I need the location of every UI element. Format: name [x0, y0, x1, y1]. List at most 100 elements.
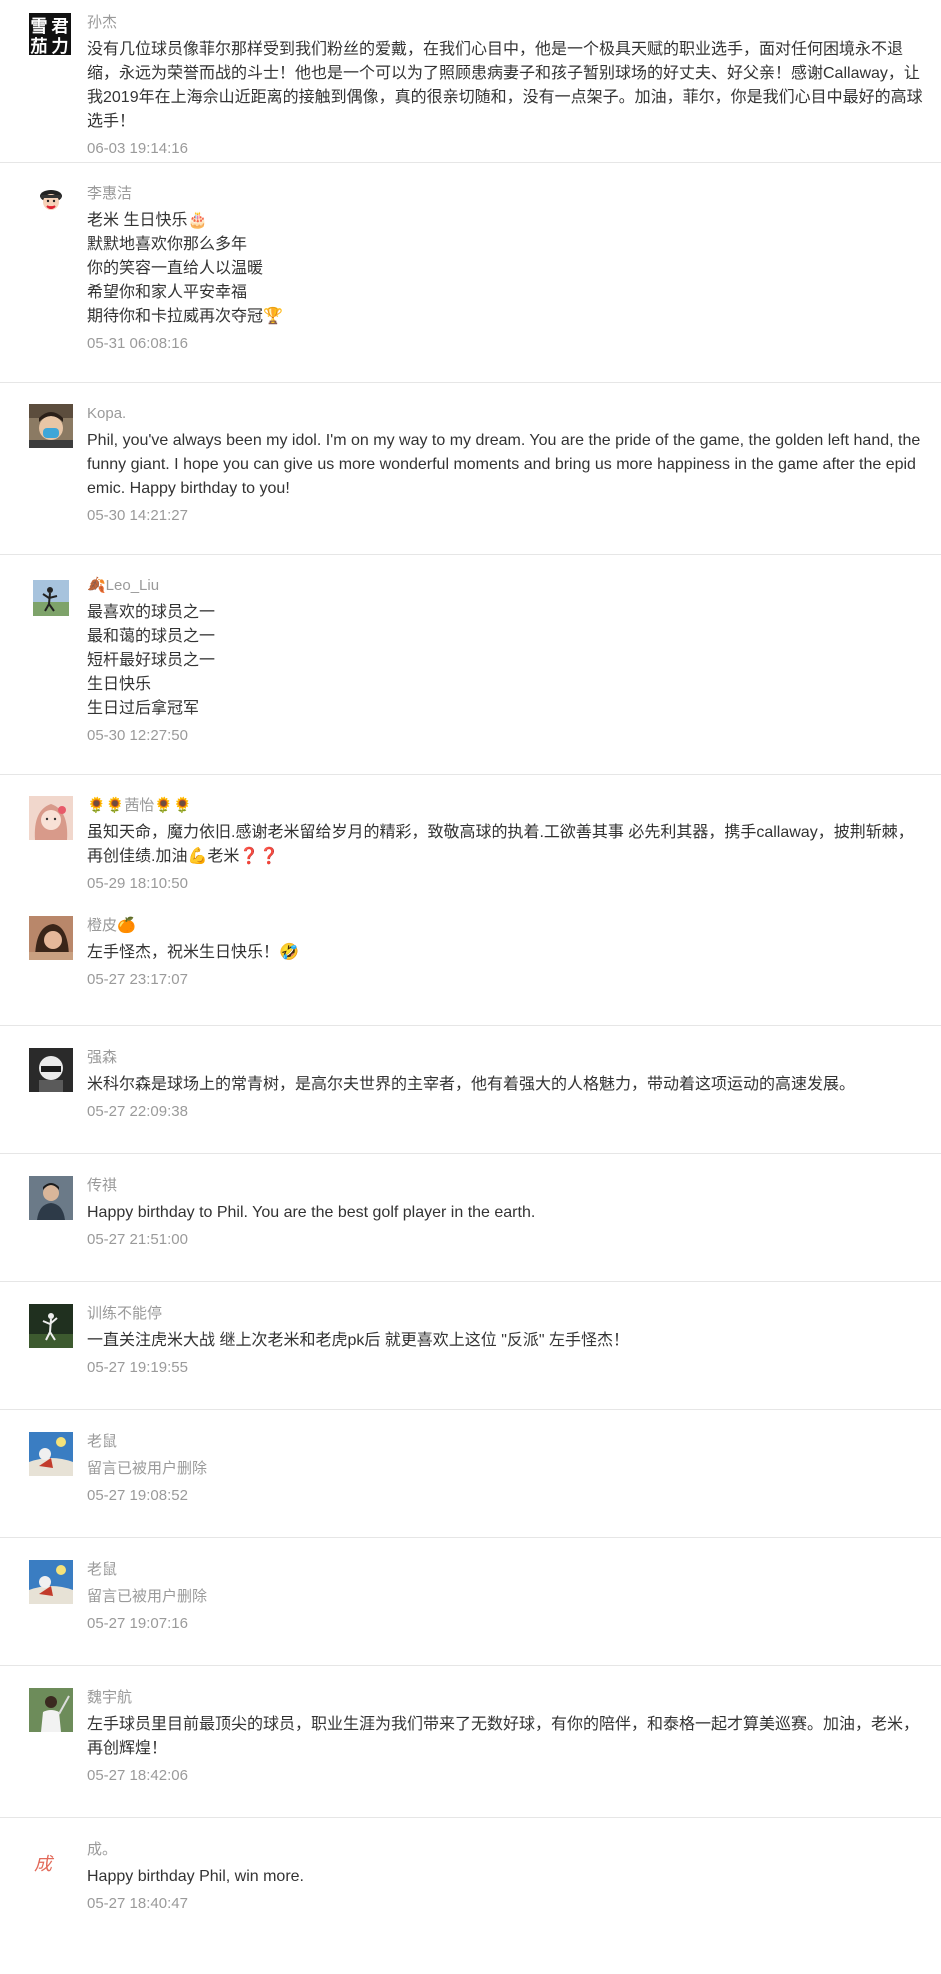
timestamp: 05-27 19:19:55 — [87, 1359, 188, 1376]
comment-text: Happy birthday Phil, win more. — [87, 1865, 923, 1889]
comment-line: 期待你和卡拉威再次夺冠🏆 — [87, 308, 283, 325]
comment-line: 一直关注虎米大战 继上次老米和老虎pk后 就更喜欢上这位 "反派" 左手怪杰！ — [87, 1332, 630, 1349]
comment-item: 老鼠 留言已被用户删除 05-27 19:07:16 — [0, 1538, 941, 1666]
avatar[interactable] — [29, 796, 73, 840]
timestamp: 05-27 19:07:16 — [87, 1615, 188, 1632]
svg-text:雪: 雪 — [31, 17, 48, 37]
nickname: 魏宇航 — [87, 1689, 133, 1706]
comment-line: 默默地喜欢你那么多年 — [87, 236, 248, 253]
golfer-swing-avatar-image — [29, 1304, 73, 1348]
cartoon-avatar-image — [29, 1432, 73, 1476]
comment-line: 生日快乐 — [87, 676, 152, 693]
comment-text: 留言已被用户删除 — [87, 1457, 923, 1481]
comment-text: Happy birthday to Phil. You are the best… — [87, 1201, 923, 1225]
avatar[interactable] — [29, 404, 73, 448]
timestamp: 05-27 18:40:47 — [87, 1895, 188, 1912]
calligraphy-avatar-image: 雪 君 茄 力 — [29, 13, 71, 55]
avatar[interactable] — [29, 1432, 73, 1476]
timestamp: 05-30 14:21:27 — [87, 507, 188, 524]
cartoon-avatar-image — [29, 1560, 73, 1604]
nickname: 🍂Leo_Liu — [87, 577, 160, 594]
cartoon-avatar-image — [29, 179, 73, 223]
nickname: 成。 — [87, 1841, 118, 1858]
comment-item: Kopa. Phil, you've always been my idol. … — [0, 383, 941, 555]
comment-item: 传祺 Happy birthday to Phil. You are the b… — [0, 1154, 941, 1282]
avatar[interactable] — [29, 916, 73, 960]
comment-entry: 成 成。 Happy birthday Phil, win more. 05-2… — [29, 1840, 923, 1915]
comment-entry: 老鼠 留言已被用户删除 05-27 19:07:16 — [29, 1560, 923, 1635]
comment-text: 老米 生日快乐🎂 默默地喜欢你那么多年 你的笑容一直给人以温暖 希望你和家人平安… — [87, 209, 923, 329]
svg-text:君: 君 — [52, 17, 69, 37]
comment-text: 一直关注虎米大战 继上次老米和老虎pk后 就更喜欢上这位 "反派" 左手怪杰！ — [87, 1329, 923, 1353]
timestamp: 05-29 18:10:50 — [87, 875, 188, 892]
timestamp: 06-03 19:14:16 — [87, 140, 188, 157]
avatar[interactable] — [29, 1176, 73, 1220]
girl-avatar-image — [29, 796, 73, 840]
avatar[interactable] — [29, 1304, 73, 1348]
avatar[interactable] — [29, 1048, 73, 1092]
comment-line: 没有几位球员像菲尔那样受到我们粉丝的爱戴，在我们心目中，他是一个极具天赋的职业选… — [87, 41, 923, 130]
nickname: 老鼠 — [87, 1433, 118, 1450]
comment-text: 左手怪杰，祝米生日快乐！🤣 — [87, 941, 923, 965]
avatar[interactable]: 雪 君 茄 力 — [29, 13, 71, 55]
comment-line: 最喜欢的球员之一 — [87, 604, 216, 621]
comment-entry: 橙皮🍊 左手怪杰，祝米生日快乐！🤣 05-27 23:17:07 — [29, 916, 923, 991]
nickname: Kopa. — [87, 405, 127, 422]
comment-entry: 🍂Leo_Liu 最喜欢的球员之一 最和蔼的球员之一 短杆最好球员之一 生日快乐… — [33, 576, 923, 747]
comment-item: 雪 君 茄 力 孙杰 没有几位球员像菲尔那样受到我们粉丝的爱戴，在我们心目中，他… — [0, 0, 941, 163]
golfer-silhouette-avatar-image — [33, 580, 69, 616]
comment-line: 留言已被用户删除 — [87, 1588, 208, 1605]
svg-text:力: 力 — [52, 36, 69, 55]
svg-text:成: 成 — [34, 1854, 55, 1875]
timestamp: 05-27 21:51:00 — [87, 1231, 188, 1248]
nickname: 🌻🌻茜怡🌻🌻 — [87, 797, 192, 814]
avatar[interactable] — [29, 1688, 73, 1732]
comment-entry: 强森 米科尔森是球场上的常青树，是高尔夫世界的主宰者，他有着强大的人格魅力，带动… — [29, 1048, 923, 1123]
comment-item: 训练不能停 一直关注虎米大战 继上次老米和老虎pk后 就更喜欢上这位 "反派" … — [0, 1282, 941, 1410]
comment-text: 虽知天命，魔力依旧.感谢老米留给岁月的精彩，致敬高球的执着.工欲善其事 必先利其… — [87, 821, 923, 869]
comment-item: 强森 米科尔森是球场上的常青树，是高尔夫世界的主宰者，他有着强大的人格魅力，带动… — [0, 1026, 941, 1154]
comment-text: Phil, you've always been my idol. I'm on… — [87, 429, 923, 501]
comment-entry: 魏宇航 左手球员里目前最顶尖的球员，职业生涯为我们带来了无数好球，有你的陪伴，和… — [29, 1688, 923, 1787]
nickname: 李惠洁 — [87, 185, 133, 202]
nickname: 橙皮🍊 — [87, 917, 136, 934]
avatar[interactable] — [29, 179, 73, 223]
comment-text: 米科尔森是球场上的常青树，是高尔夫世界的主宰者，他有着强大的人格魅力，带动着这项… — [87, 1073, 923, 1097]
comment-item: 🍂Leo_Liu 最喜欢的球员之一 最和蔼的球员之一 短杆最好球员之一 生日快乐… — [0, 555, 941, 775]
comment-line: 左手球员里目前最顶尖的球员，职业生涯为我们带来了无数好球，有你的陪伴，和泰格一起… — [87, 1716, 920, 1757]
comment-entry: 传祺 Happy birthday to Phil. You are the b… — [29, 1176, 923, 1251]
comment-text: 没有几位球员像菲尔那样受到我们粉丝的爱戴，在我们心目中，他是一个极具天赋的职业选… — [87, 38, 923, 134]
comment-entry: 雪 君 茄 力 孙杰 没有几位球员像菲尔那样受到我们粉丝的爱戴，在我们心目中，他… — [29, 13, 923, 160]
comment-text: 留言已被用户删除 — [87, 1585, 923, 1609]
comment-item: 老鼠 留言已被用户删除 05-27 19:08:52 — [0, 1410, 941, 1538]
timestamp: 05-27 22:09:38 — [87, 1103, 188, 1120]
comment-entry: 🌻🌻茜怡🌻🌻 虽知天命，魔力依旧.感谢老米留给岁月的精彩，致敬高球的执着.工欲善… — [29, 796, 923, 895]
nickname: 训练不能停 — [87, 1305, 163, 1322]
comment-line: 生日过后拿冠军 — [87, 700, 200, 717]
comment-entry: 李惠洁 老米 生日快乐🎂 默默地喜欢你那么多年 你的笑容一直给人以温暖 希望你和… — [29, 179, 923, 355]
comment-line: 最和蔼的球员之一 — [87, 628, 216, 645]
comment-line: 虽知天命，魔力依旧.感谢老米留给岁月的精彩，致敬高球的执着.工欲善其事 必先利其… — [87, 824, 914, 865]
nickname: 老鼠 — [87, 1561, 118, 1578]
comment-text: 左手球员里目前最顶尖的球员，职业生涯为我们带来了无数好球，有你的陪伴，和泰格一起… — [87, 1713, 923, 1761]
comment-line: Phil, you've always been my idol. I'm on… — [87, 432, 921, 497]
timestamp: 05-27 23:17:07 — [87, 971, 188, 988]
timestamp: 05-27 18:42:06 — [87, 1767, 188, 1784]
comment-entry: 训练不能停 一直关注虎米大战 继上次老米和老虎pk后 就更喜欢上这位 "反派" … — [29, 1304, 923, 1379]
character-avatar-image: 成 — [29, 1840, 73, 1884]
helmet-person-avatar-image — [29, 1048, 73, 1092]
comment-line: 短杆最好球员之一 — [87, 652, 216, 669]
comment-item: 魏宇航 左手球员里目前最顶尖的球员，职业生涯为我们带来了无数好球，有你的陪伴，和… — [0, 1666, 941, 1818]
avatar[interactable] — [33, 580, 69, 616]
nickname: 强森 — [87, 1049, 118, 1066]
comment-line: 左手怪杰，祝米生日快乐！🤣 — [87, 944, 299, 961]
man-avatar-image — [29, 1176, 73, 1220]
comment-entry: 老鼠 留言已被用户删除 05-27 19:08:52 — [29, 1432, 923, 1507]
svg-text:茄: 茄 — [30, 36, 48, 55]
comment-line: 老米 生日快乐🎂 — [87, 212, 208, 229]
comment-line: 留言已被用户删除 — [87, 1460, 208, 1477]
comment-item: 李惠洁 老米 生日快乐🎂 默默地喜欢你那么多年 你的笑容一直给人以温暖 希望你和… — [0, 163, 941, 383]
comment-list: 雪 君 茄 力 孙杰 没有几位球员像菲尔那样受到我们粉丝的爱戴，在我们心目中，他… — [0, 0, 941, 1974]
avatar[interactable]: 成 — [29, 1840, 73, 1884]
avatar[interactable] — [29, 1560, 73, 1604]
